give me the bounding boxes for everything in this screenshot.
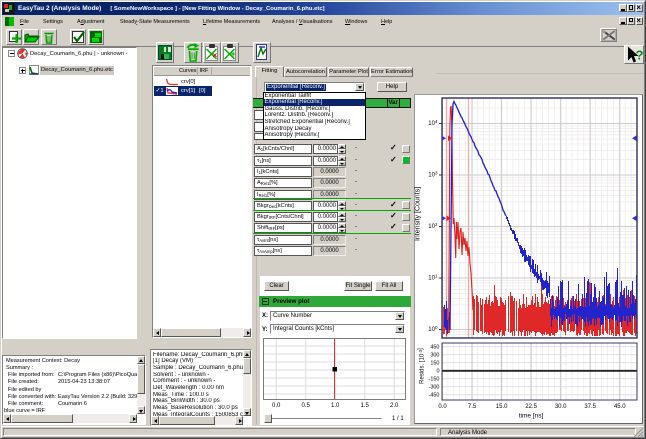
svg-text:-300: -300: [428, 385, 439, 391]
svg-text:-450: -450: [428, 393, 439, 399]
svg-text:300: 300: [430, 353, 439, 359]
svg-text:1.0: 1.0: [331, 403, 340, 409]
svg-text:Resids. [10-3]: Resids. [10-3]: [418, 348, 426, 384]
svg-text:450: 450: [430, 345, 439, 351]
svg-text:2.0: 2.0: [390, 403, 399, 409]
svg-text:37.5: 37.5: [584, 404, 596, 410]
svg-text:Intensity [Counts]: Intensity [Counts]: [415, 187, 422, 241]
svg-text:0.0: 0.0: [272, 403, 281, 409]
svg-text:1.5: 1.5: [361, 403, 370, 409]
svg-text:100: 100: [428, 325, 438, 333]
svg-text:103: 103: [428, 171, 438, 179]
svg-text:30.0: 30.0: [555, 404, 567, 410]
svg-text:150: 150: [430, 361, 439, 367]
svg-text:time [ns]: time [ns]: [519, 413, 544, 420]
svg-text:7.5: 7.5: [468, 404, 477, 410]
svg-text:45.0: 45.0: [614, 404, 626, 410]
svg-text:102: 102: [428, 222, 438, 230]
svg-text:101: 101: [428, 274, 438, 282]
svg-text:0.5: 0.5: [302, 403, 311, 409]
svg-text:-150: -150: [428, 377, 439, 383]
svg-text:22.5: 22.5: [525, 404, 537, 410]
svg-text:0.0: 0.0: [438, 404, 447, 410]
svg-text:0: 0: [436, 369, 439, 375]
svg-text:104: 104: [428, 119, 438, 127]
svg-text:15.0: 15.0: [496, 404, 508, 410]
